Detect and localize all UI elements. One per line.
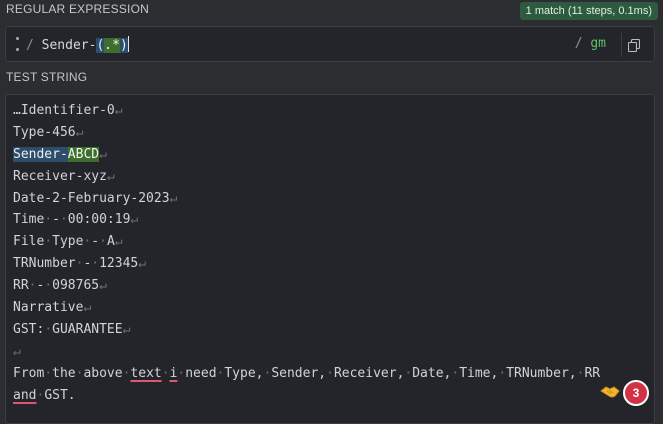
test-string-line: GST:·GUARANTEE↵ bbox=[13, 321, 131, 337]
regex-input-box[interactable]: / Sender-(.*) / gm bbox=[5, 26, 655, 62]
copy-button[interactable] bbox=[621, 33, 646, 57]
match-highlight: Sender- bbox=[13, 146, 68, 162]
test-section-label: TEST STRING bbox=[6, 70, 88, 84]
regex-flags-value: gm bbox=[590, 36, 606, 51]
test-string-line: RR·-·098765↵ bbox=[13, 278, 107, 294]
test-string-line: and·GST. bbox=[13, 387, 76, 403]
test-string-line: TRNumber·-·12345↵ bbox=[13, 256, 147, 272]
test-string-line: Receiver-xyz↵ bbox=[13, 168, 115, 184]
test-string-line: …Identifier-0↵ bbox=[13, 103, 123, 118]
text-caret bbox=[127, 36, 129, 52]
regex-input[interactable]: / Sender-(.*) bbox=[26, 36, 129, 53]
regex-pattern-prefix: Sender- bbox=[41, 38, 97, 53]
regex-group-close: ) bbox=[119, 38, 128, 53]
test-string-line: Narrative↵ bbox=[13, 300, 92, 316]
regex-section-label: REGULAR EXPRESSION bbox=[6, 2, 149, 16]
test-string-line: Type-456↵ bbox=[13, 124, 84, 140]
test-string-editor[interactable]: …Identifier-0↵ Type-456↵ Sender-ABCD↵ Recei… bbox=[13, 100, 600, 406]
notification-count-badge[interactable]: 3 bbox=[623, 380, 649, 406]
test-string-line: File·Type·-·A↵ bbox=[13, 234, 123, 250]
regex-group-inner: .* bbox=[104, 38, 120, 53]
match-info-badge: 1 match (11 steps, 0.1ms) bbox=[519, 2, 658, 20]
drag-handle-icon[interactable] bbox=[16, 37, 20, 51]
regex-delimiter-open: / bbox=[26, 38, 34, 53]
test-string-box[interactable]: …Identifier-0↵ Type-456↵ Sender-ABCD↵ Recei… bbox=[5, 94, 655, 424]
test-string-line: ↵ bbox=[13, 343, 21, 359]
handshake-icon[interactable] bbox=[600, 385, 620, 399]
test-string-line: From·the·above·text·i·need·Type,·Sender,… bbox=[13, 365, 601, 381]
regex-flags[interactable]: / gm bbox=[575, 36, 606, 51]
regex-delimiter-close: / bbox=[574, 36, 583, 51]
test-string-line: Sender-ABCD↵ bbox=[13, 146, 107, 162]
copy-icon bbox=[628, 38, 640, 52]
test-string-line: Time·-·00:00:19↵ bbox=[13, 212, 139, 228]
test-string-line: Date-2-February-2023↵ bbox=[13, 190, 178, 206]
group-highlight: ABCD bbox=[67, 146, 100, 162]
